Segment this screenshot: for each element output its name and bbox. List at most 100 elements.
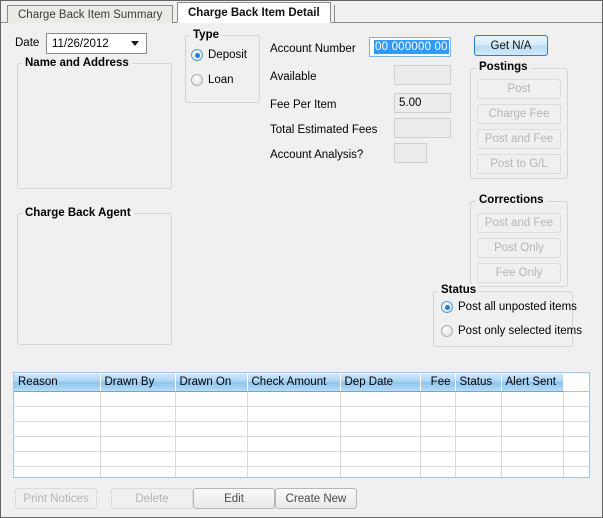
charge-back-agent-group bbox=[17, 213, 172, 345]
grid-cell bbox=[14, 406, 101, 422]
charge-back-items-grid[interactable]: Reason Drawn By Drawn On Check Amount De… bbox=[13, 372, 590, 478]
tab-charge-back-item-summary[interactable]: Charge Back Item Summary bbox=[7, 5, 174, 23]
fee-per-item-label: Fee Per Item bbox=[270, 99, 337, 111]
create-new-button[interactable]: Create New bbox=[275, 488, 357, 509]
total-estimated-fees-field bbox=[394, 118, 451, 138]
corrections-fee-only-label: Fee Only bbox=[495, 267, 543, 279]
grid-cell bbox=[340, 391, 421, 407]
grid-cell bbox=[247, 391, 341, 407]
tab-charge-back-item-detail[interactable]: Charge Back Item Detail bbox=[177, 2, 331, 23]
grid-cell bbox=[455, 406, 502, 422]
table-row[interactable] bbox=[14, 436, 589, 452]
grid-cell bbox=[247, 421, 341, 437]
grid-cell bbox=[100, 421, 176, 437]
radio-dot-icon bbox=[441, 325, 453, 337]
grid-cell bbox=[14, 451, 101, 467]
radio-type-loan[interactable]: Loan bbox=[191, 74, 234, 86]
account-number-input[interactable]: 00 000000 00 bbox=[369, 37, 451, 57]
chevron-down-icon[interactable] bbox=[124, 34, 146, 53]
grid-cell bbox=[501, 451, 564, 467]
grid-cell bbox=[455, 436, 502, 452]
grid-cell bbox=[455, 466, 502, 477]
corrections-post-only-button[interactable]: Post Only bbox=[477, 238, 561, 258]
charge-fee-button[interactable]: Charge Fee bbox=[477, 104, 561, 124]
grid-cell bbox=[175, 466, 248, 477]
type-group-title: Type bbox=[190, 29, 222, 41]
radio-dot-icon bbox=[441, 301, 453, 313]
corrections-fee-only-button[interactable]: Fee Only bbox=[477, 263, 561, 283]
grid-cell bbox=[563, 436, 589, 452]
bottom-button-bar: Print Notices Delete Edit Create New bbox=[1, 488, 602, 517]
date-label: Date bbox=[15, 37, 40, 49]
grid-col-reason[interactable]: Reason bbox=[14, 373, 101, 392]
radio-label: Post only selected items bbox=[458, 325, 583, 337]
grid-col-alert-sent[interactable]: Alert Sent bbox=[501, 373, 564, 392]
grid-col-fee[interactable]: Fee bbox=[420, 373, 456, 392]
edit-button[interactable]: Edit bbox=[193, 488, 275, 509]
post-button[interactable]: Post bbox=[477, 79, 561, 99]
post-to-gl-button-label: Post to G/L bbox=[490, 158, 548, 170]
corrections-post-and-fee-button[interactable]: Post and Fee bbox=[477, 213, 561, 233]
radio-dot-icon bbox=[191, 49, 203, 61]
radio-post-all-unposted-items[interactable]: Post all unposted items bbox=[441, 301, 577, 313]
grid-cell bbox=[14, 391, 101, 407]
grid-cell bbox=[247, 466, 341, 477]
table-row[interactable] bbox=[14, 406, 589, 422]
tab-page-charge-back-item-detail: Date 11/26/2012 Name and Address Charge … bbox=[1, 23, 602, 517]
grid-col-drawn-on[interactable]: Drawn On bbox=[175, 373, 248, 392]
post-button-label: Post bbox=[507, 83, 531, 95]
fee-per-item-value: 5.00 bbox=[399, 97, 422, 109]
table-row[interactable] bbox=[14, 466, 589, 477]
post-and-fee-button-label: Post and Fee bbox=[484, 133, 554, 145]
print-notices-button[interactable]: Print Notices bbox=[15, 488, 97, 509]
grid-cell bbox=[100, 406, 176, 422]
grid-col-status[interactable]: Status bbox=[455, 373, 502, 392]
tab-strip-end-divider bbox=[334, 5, 335, 22]
get-na-button[interactable]: Get N/A bbox=[474, 35, 548, 56]
grid-cell bbox=[563, 421, 589, 437]
radio-post-only-selected-items[interactable]: Post only selected items bbox=[441, 325, 582, 337]
grid-col-dep-date[interactable]: Dep Date bbox=[340, 373, 421, 392]
table-row[interactable] bbox=[14, 451, 589, 467]
date-combo[interactable]: 11/26/2012 bbox=[46, 33, 147, 54]
table-row[interactable] bbox=[14, 421, 589, 437]
delete-button[interactable]: Delete bbox=[111, 488, 193, 509]
grid-cell bbox=[175, 391, 248, 407]
radio-label: Deposit bbox=[208, 49, 247, 61]
corrections-post-only-label: Post Only bbox=[494, 242, 544, 254]
charge-back-agent-group-title: Charge Back Agent bbox=[22, 207, 134, 219]
grid-cell bbox=[563, 451, 589, 467]
post-and-fee-button[interactable]: Post and Fee bbox=[477, 129, 561, 149]
name-and-address-group-title: Name and Address bbox=[22, 57, 132, 69]
grid-col-drawn-by[interactable]: Drawn By bbox=[100, 373, 176, 392]
tab-label: Charge Back Item Detail bbox=[188, 6, 320, 19]
status-group bbox=[433, 291, 573, 347]
grid-cell bbox=[175, 436, 248, 452]
radio-type-deposit[interactable]: Deposit bbox=[191, 49, 247, 61]
grid-cell bbox=[14, 466, 101, 477]
charge-fee-button-label: Charge Fee bbox=[488, 108, 550, 120]
grid-cell bbox=[175, 421, 248, 437]
grid-cell bbox=[563, 391, 589, 407]
grid-cell bbox=[420, 406, 456, 422]
status-group-title: Status bbox=[438, 284, 480, 296]
grid-cell bbox=[420, 421, 456, 437]
account-number-value: 00 000000 00 bbox=[374, 40, 449, 54]
corrections-group-title: Corrections bbox=[476, 194, 547, 206]
charge-back-items-table: Reason Drawn By Drawn On Check Amount De… bbox=[14, 373, 589, 477]
grid-cell bbox=[14, 436, 101, 452]
grid-cell bbox=[247, 406, 341, 422]
grid-cell bbox=[340, 436, 421, 452]
grid-cell bbox=[501, 421, 564, 437]
grid-cell bbox=[563, 466, 589, 477]
table-row[interactable] bbox=[14, 391, 589, 407]
type-group bbox=[185, 35, 260, 103]
grid-cell bbox=[100, 451, 176, 467]
grid-cell bbox=[563, 406, 589, 422]
grid-cell bbox=[501, 436, 564, 452]
post-to-gl-button[interactable]: Post to G/L bbox=[477, 154, 561, 174]
grid-cell bbox=[420, 451, 456, 467]
create-new-label: Create New bbox=[285, 492, 347, 505]
grid-col-check-amount[interactable]: Check Amount bbox=[247, 373, 341, 392]
account-analysis-label: Account Analysis? bbox=[270, 149, 364, 161]
